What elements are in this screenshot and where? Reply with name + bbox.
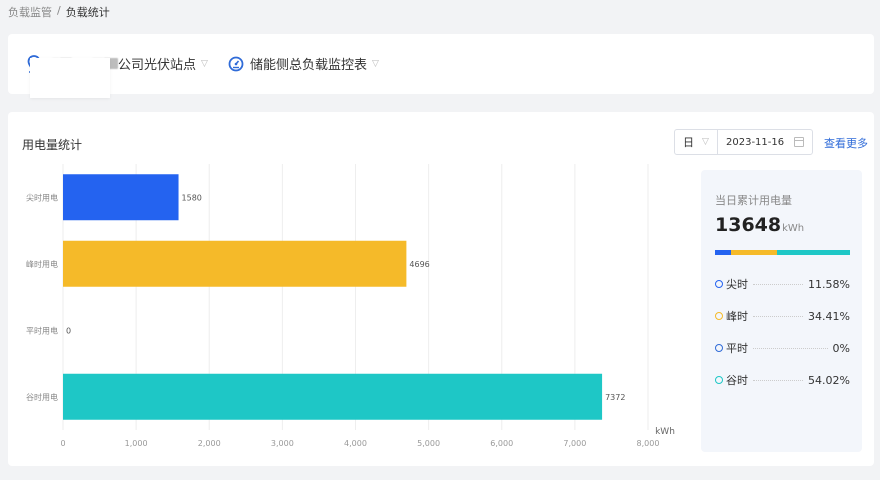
breadcrumb: 负载监管 / 负载统计 [8, 4, 110, 20]
legend-dot-icon [715, 344, 723, 352]
chevron-down-icon: ▽ [201, 58, 208, 69]
date-value: 2023-11-16 [726, 136, 785, 148]
legend-divider [753, 347, 828, 349]
ratio-segment [715, 250, 731, 255]
x-tick-label: 6,000 [490, 439, 513, 448]
y-category-label: 尖时用电 [26, 192, 58, 202]
summary-label: 当日累计用电量 [715, 194, 792, 207]
legend-name: 峰时 [726, 310, 748, 323]
calendar-icon [794, 137, 804, 147]
bar-value-label: 0 [66, 326, 71, 335]
legend-percent: 54.02% [808, 373, 850, 387]
summary-total: 13648kWh [715, 214, 804, 236]
legend-name: 谷时 [726, 374, 748, 387]
x-tick-label: 8,000 [637, 439, 660, 448]
legend-row: 峰时 34.41% [715, 308, 850, 324]
date-picker[interactable]: 2023-11-16 [717, 129, 813, 155]
x-tick-label: 2,000 [198, 439, 221, 448]
x-tick-label: 5,000 [417, 439, 440, 448]
bar-value-label: 7372 [605, 393, 625, 402]
legend-row: 尖时 11.58% [715, 276, 850, 292]
legend-name: 平时 [726, 342, 748, 355]
legend-percent: 0% [832, 341, 850, 355]
x-unit-label: kWh [655, 427, 675, 437]
legend-row: 平时 0% [715, 340, 850, 356]
meter-select[interactable]: 储能侧总负载监控表 ▽ [228, 54, 379, 73]
bar [63, 373, 603, 420]
breadcrumb-separator: / [57, 4, 61, 17]
daily-summary-panel: 当日累计用电量 13648kWh 尖时 11.58% 峰时 34.41% 平时 0% 谷时 5… [701, 170, 862, 452]
legend-percent: 11.58% [808, 277, 850, 291]
station-name: 公司光伏站点 [118, 58, 197, 73]
legend-percent: 34.41% [808, 309, 850, 323]
legend-divider [753, 315, 804, 317]
y-category-label: 谷时用电 [26, 392, 58, 402]
x-tick-label: 1,000 [125, 439, 148, 448]
station-bar: 公司光伏站点 ▽ 储能侧总负载监控表 ▽ [8, 34, 874, 94]
breadcrumb-current: 负载统计 [65, 6, 110, 19]
meter-name: 储能侧总负载监控表 [250, 58, 368, 73]
x-tick-label: 4,000 [344, 439, 367, 448]
bar-value-label: 1580 [182, 193, 202, 202]
bar-value-label: 4696 [409, 260, 429, 269]
chevron-down-icon: ▽ [702, 137, 709, 147]
bar [63, 240, 407, 287]
y-category-label: 峰时用电 [26, 259, 58, 269]
legend-dot-icon [715, 376, 723, 384]
summary-unit: kWh [782, 223, 805, 234]
view-more-link[interactable]: 查看更多 [824, 135, 868, 151]
chevron-down-icon: ▽ [372, 58, 379, 69]
x-tick-label: 0 [60, 439, 65, 448]
legend-divider [753, 283, 804, 285]
legend-divider [753, 379, 804, 381]
usage-stats-card: 用电量统计 日 ▽ 2023-11-16 查看更多 0 1,000 2,000 3,0… [8, 112, 874, 466]
legend-row: 谷时 54.02% [715, 372, 850, 388]
legend-dot-icon [715, 280, 723, 288]
dropdown-edge [30, 58, 110, 98]
summary-total-value: 13648 [715, 214, 782, 236]
x-tick-label: 7,000 [563, 439, 586, 448]
y-category-label: 平时用电 [26, 325, 58, 335]
bar [63, 174, 179, 221]
usage-bar-chart: 0 1,000 2,000 3,000 4,000 5,000 6,000 7,000 8,00… [26, 164, 675, 448]
legend-dot-icon [715, 312, 723, 320]
x-tick-label: 3,000 [271, 439, 294, 448]
breadcrumb-parent[interactable]: 负载监管 [8, 4, 52, 20]
legend-name: 尖时 [726, 278, 748, 291]
ratio-segment [777, 250, 850, 255]
gauge-icon [228, 56, 244, 71]
ratio-bar [715, 250, 850, 255]
ratio-segment [730, 250, 778, 255]
